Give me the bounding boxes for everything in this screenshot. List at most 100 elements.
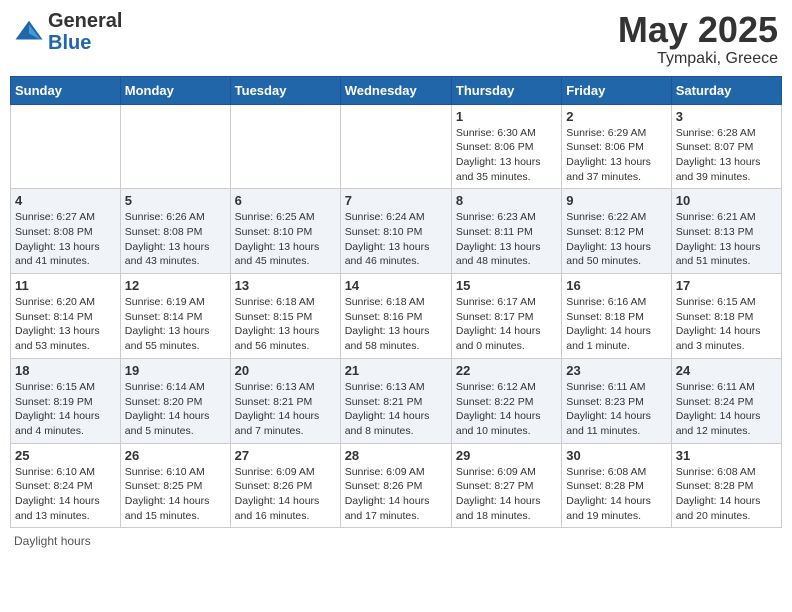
calendar-cell: 27 Sunrise: 6:09 AMSunset: 8:26 PMDayligh… <box>230 443 340 528</box>
calendar-cell: 12Sunrise: 6:19 AMSunset: 8:14 PMDayligh… <box>120 274 230 359</box>
day-header-saturday: Saturday <box>671 76 781 104</box>
day-number: 23 <box>566 363 666 378</box>
logo: General Blue <box>14 10 122 54</box>
day-number: 9 <box>566 193 666 208</box>
day-info: Sunrise: 6:29 AMSunset: 8:06 PMDaylight:… <box>566 126 666 185</box>
day-info: Sunrise: 6:16 AMSunset: 8:18 PMDaylight:… <box>566 295 666 354</box>
calendar-week-5: 25 Sunrise: 6:10 AMSunset: 8:24 PMDayligh… <box>11 443 782 528</box>
calendar-week-2: 4Sunrise: 6:27 AMSunset: 8:08 PMDaylight… <box>11 189 782 274</box>
day-number: 13 <box>235 278 336 293</box>
day-info: Sunrise: 6:21 AMSunset: 8:13 PMDaylight:… <box>676 210 777 269</box>
footer: Daylight hours <box>10 534 782 548</box>
day-number: 26 <box>125 448 226 463</box>
calendar-cell: 31Sunrise: 6:08 AMSunset: 8:28 PMDayligh… <box>671 443 781 528</box>
day-number: 16 <box>566 278 666 293</box>
calendar-cell: 11 Sunrise: 6:20 AMSunset: 8:14 PMDayligh… <box>11 274 121 359</box>
calendar-cell: 29 Sunrise: 6:09 AMSunset: 8:27 PMDayligh… <box>451 443 561 528</box>
calendar-cell: 1 Sunrise: 6:30 AMSunset: 8:06 PMDaylight… <box>451 104 561 189</box>
day-info: Sunrise: 6:24 AMSunset: 8:10 PMDaylight:… <box>345 210 447 269</box>
calendar-cell: 17Sunrise: 6:15 AMSunset: 8:18 PMDayligh… <box>671 274 781 359</box>
day-number: 5 <box>125 193 226 208</box>
day-info: Sunrise: 6:20 AMSunset: 8:14 PMDaylight:… <box>15 295 116 354</box>
footer-text: Daylight hours <box>14 534 91 548</box>
calendar-table: SundayMondayTuesdayWednesdayThursdayFrid… <box>10 76 782 529</box>
day-info: Sunrise: 6:22 AMSunset: 8:12 PMDaylight:… <box>566 210 666 269</box>
calendar-week-1: 1 Sunrise: 6:30 AMSunset: 8:06 PMDaylight… <box>11 104 782 189</box>
calendar-cell: 25 Sunrise: 6:10 AMSunset: 8:24 PMDayligh… <box>11 443 121 528</box>
day-info: Sunrise: 6:25 AMSunset: 8:10 PMDaylight:… <box>235 210 336 269</box>
logo-general: General <box>48 10 122 32</box>
logo-blue: Blue <box>48 32 122 54</box>
calendar-cell: 30 Sunrise: 6:08 AMSunset: 8:28 PMDayligh… <box>562 443 671 528</box>
day-info: Sunrise: 6:19 AMSunset: 8:14 PMDaylight:… <box>125 295 226 354</box>
day-number: 15 <box>456 278 557 293</box>
day-number: 14 <box>345 278 447 293</box>
day-number: 31 <box>676 448 777 463</box>
day-number: 1 <box>456 109 557 124</box>
day-number: 8 <box>456 193 557 208</box>
calendar-cell: 23Sunrise: 6:11 AMSunset: 8:23 PMDayligh… <box>562 358 671 443</box>
calendar-cell: 22 Sunrise: 6:12 AMSunset: 8:22 PMDayligh… <box>451 358 561 443</box>
calendar-header: SundayMondayTuesdayWednesdayThursdayFrid… <box>11 76 782 104</box>
calendar-cell: 8 Sunrise: 6:23 AMSunset: 8:11 PMDaylight… <box>451 189 561 274</box>
day-info: Sunrise: 6:26 AMSunset: 8:08 PMDaylight:… <box>125 210 226 269</box>
header-row: SundayMondayTuesdayWednesdayThursdayFrid… <box>11 76 782 104</box>
day-info: Sunrise: 6:09 AMSunset: 8:26 PMDaylight:… <box>345 465 447 524</box>
day-number: 3 <box>676 109 777 124</box>
day-number: 2 <box>566 109 666 124</box>
day-info: Sunrise: 6:08 AMSunset: 8:28 PMDaylight:… <box>566 465 666 524</box>
calendar-cell: 24Sunrise: 6:11 AMSunset: 8:24 PMDayligh… <box>671 358 781 443</box>
calendar-cell: 26 Sunrise: 6:10 AMSunset: 8:25 PMDayligh… <box>120 443 230 528</box>
day-number: 11 <box>15 278 116 293</box>
day-info: Sunrise: 6:15 AMSunset: 8:19 PMDaylight:… <box>15 380 116 439</box>
day-number: 28 <box>345 448 447 463</box>
calendar-cell: 19 Sunrise: 6:14 AMSunset: 8:20 PMDayligh… <box>120 358 230 443</box>
day-info: Sunrise: 6:10 AMSunset: 8:25 PMDaylight:… <box>125 465 226 524</box>
calendar-cell: 13 Sunrise: 6:18 AMSunset: 8:15 PMDayligh… <box>230 274 340 359</box>
day-number: 22 <box>456 363 557 378</box>
day-info: Sunrise: 6:11 AMSunset: 8:24 PMDaylight:… <box>676 380 777 439</box>
day-info: Sunrise: 6:10 AMSunset: 8:24 PMDaylight:… <box>15 465 116 524</box>
day-number: 6 <box>235 193 336 208</box>
title-block: May 2025 Tympaki, Greece <box>618 10 778 68</box>
day-number: 7 <box>345 193 447 208</box>
logo-text: General Blue <box>48 10 122 54</box>
calendar-week-4: 18Sunrise: 6:15 AMSunset: 8:19 PMDayligh… <box>11 358 782 443</box>
calendar-cell <box>120 104 230 189</box>
day-number: 30 <box>566 448 666 463</box>
calendar-cell: 18Sunrise: 6:15 AMSunset: 8:19 PMDayligh… <box>11 358 121 443</box>
day-info: Sunrise: 6:18 AMSunset: 8:15 PMDaylight:… <box>235 295 336 354</box>
calendar-cell <box>11 104 121 189</box>
calendar-title: May 2025 <box>618 10 778 50</box>
calendar-cell: 20Sunrise: 6:13 AMSunset: 8:21 PMDayligh… <box>230 358 340 443</box>
day-info: Sunrise: 6:30 AMSunset: 8:06 PMDaylight:… <box>456 126 557 185</box>
day-info: Sunrise: 6:13 AMSunset: 8:21 PMDaylight:… <box>345 380 447 439</box>
day-info: Sunrise: 6:09 AMSunset: 8:27 PMDaylight:… <box>456 465 557 524</box>
calendar-cell <box>340 104 451 189</box>
day-number: 4 <box>15 193 116 208</box>
day-header-monday: Monday <box>120 76 230 104</box>
day-number: 19 <box>125 363 226 378</box>
day-number: 29 <box>456 448 557 463</box>
calendar-location: Tympaki, Greece <box>618 50 778 68</box>
day-number: 21 <box>345 363 447 378</box>
calendar-cell: 9 Sunrise: 6:22 AMSunset: 8:12 PMDaylight… <box>562 189 671 274</box>
day-number: 27 <box>235 448 336 463</box>
calendar-cell: 6 Sunrise: 6:25 AMSunset: 8:10 PMDaylight… <box>230 189 340 274</box>
day-info: Sunrise: 6:14 AMSunset: 8:20 PMDaylight:… <box>125 380 226 439</box>
calendar-cell: 10Sunrise: 6:21 AMSunset: 8:13 PMDayligh… <box>671 189 781 274</box>
day-info: Sunrise: 6:12 AMSunset: 8:22 PMDaylight:… <box>456 380 557 439</box>
calendar-cell: 15Sunrise: 6:17 AMSunset: 8:17 PMDayligh… <box>451 274 561 359</box>
calendar-cell: 28 Sunrise: 6:09 AMSunset: 8:26 PMDayligh… <box>340 443 451 528</box>
day-info: Sunrise: 6:18 AMSunset: 8:16 PMDaylight:… <box>345 295 447 354</box>
day-info: Sunrise: 6:23 AMSunset: 8:11 PMDaylight:… <box>456 210 557 269</box>
calendar-body: 1 Sunrise: 6:30 AMSunset: 8:06 PMDaylight… <box>11 104 782 528</box>
calendar-week-3: 11 Sunrise: 6:20 AMSunset: 8:14 PMDayligh… <box>11 274 782 359</box>
day-number: 25 <box>15 448 116 463</box>
day-info: Sunrise: 6:13 AMSunset: 8:21 PMDaylight:… <box>235 380 336 439</box>
calendar-cell <box>230 104 340 189</box>
calendar-cell: 16 Sunrise: 6:16 AMSunset: 8:18 PMDayligh… <box>562 274 671 359</box>
day-header-tuesday: Tuesday <box>230 76 340 104</box>
day-info: Sunrise: 6:09 AMSunset: 8:26 PMDaylight:… <box>235 465 336 524</box>
logo-icon <box>14 17 44 47</box>
